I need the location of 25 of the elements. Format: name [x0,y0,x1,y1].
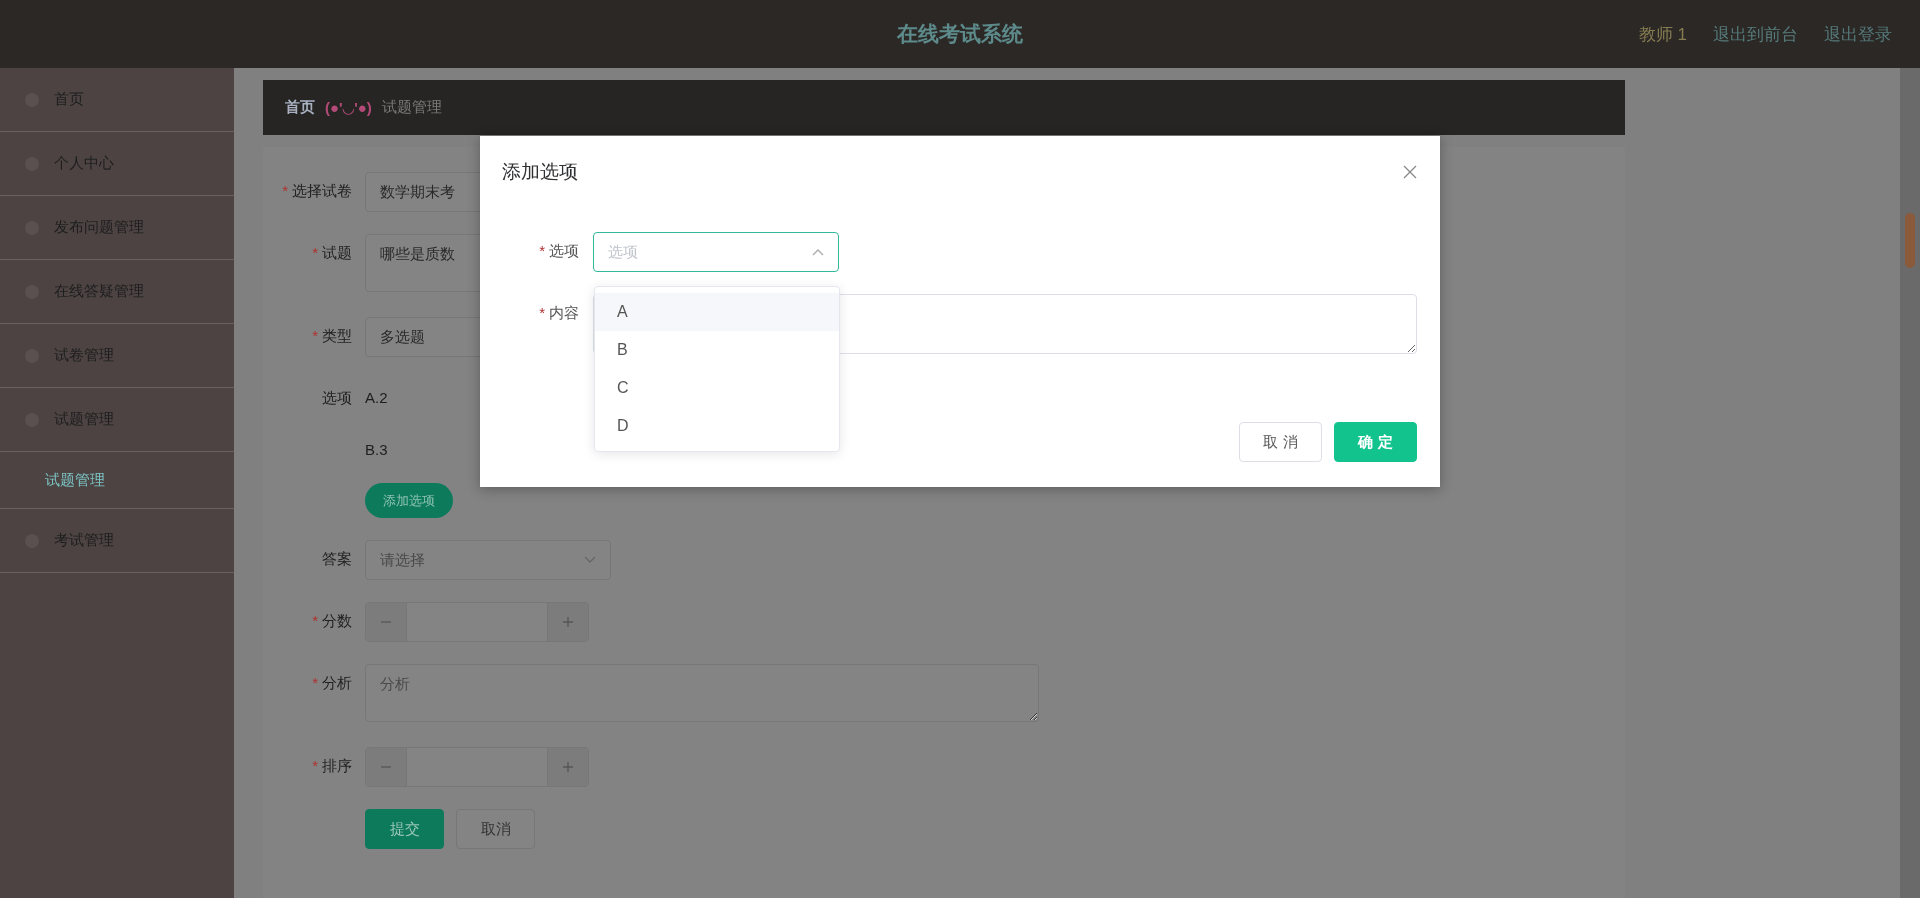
field-label: 分析 [322,674,352,693]
option-text: B.3 [365,441,388,460]
site-title: 在线考试系统 [897,21,1023,47]
breadcrumb-current: 试题管理 [381,98,442,117]
field-label: 选择试卷 [292,182,352,201]
required-mark: * [312,674,318,691]
user-name: 教师 1 [1638,23,1687,46]
field-label: 分数 [322,612,352,631]
field-label: 答案 [322,550,352,569]
dialog-title: 添加选项 [502,160,578,184]
required-mark: * [312,612,318,629]
field-label: 类型 [322,327,352,346]
option-text: A.2 [365,389,388,408]
required-mark: * [312,757,318,774]
field-label: 排序 [322,757,352,776]
field-label: 选项 [322,389,352,408]
field-label: 选项 [549,242,579,261]
required-mark: * [312,244,318,261]
emoticon: (●'◡'●) [325,98,372,117]
field-label: 试题 [322,244,352,263]
required-mark: * [539,242,545,261]
required-mark: * [539,304,545,323]
field-label: 内容 [549,304,579,323]
required-mark: * [282,182,288,199]
required-mark: * [312,327,318,344]
